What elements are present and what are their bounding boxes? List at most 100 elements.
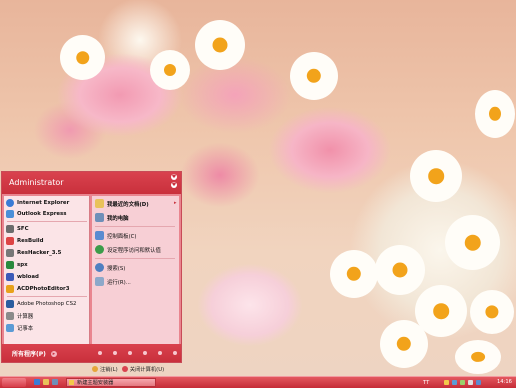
shutdown-button[interactable]: 关闭计算机(U): [121, 365, 165, 373]
menu-item-acdphotoeditor[interactable]: ACDPhotoEditor3: [6, 284, 69, 294]
start-menu: Administrator ♥ ♥ Internet Explorer Outl…: [1, 171, 182, 363]
search-icon: [95, 263, 104, 272]
resbuild-icon: [6, 237, 14, 245]
wbload-icon: [6, 273, 14, 281]
acdphotoeditor-icon: [6, 285, 14, 293]
daisy-decoration: [375, 245, 425, 295]
taskbar-task-theme-installer[interactable]: 新建主题安装器: [66, 378, 156, 387]
menu-item-label: 记事本: [17, 326, 34, 332]
all-programs-label: 所有程序(P): [12, 351, 46, 358]
calculator-icon: [6, 312, 14, 320]
menu-item-control-panel[interactable]: 控制面板(C): [95, 230, 137, 241]
menu-item-label: 运行(R)...: [107, 279, 131, 286]
run-icon: [95, 277, 104, 286]
menu-item-internet-explorer[interactable]: Internet Explorer: [6, 198, 69, 208]
logoff-label: 注销(L): [100, 367, 118, 373]
menu-item-label: Outlook Express: [17, 211, 67, 217]
menu-item-label: ResBuild: [17, 238, 44, 244]
tray-icon[interactable]: [452, 380, 458, 385]
header-controls: ♥ ♥: [171, 174, 179, 190]
daisy-decoration: [445, 215, 500, 270]
photoshop-icon: [6, 300, 14, 308]
tray-icon[interactable]: [444, 380, 450, 385]
menu-item-sfc[interactable]: SFC: [6, 224, 29, 234]
logoff-button[interactable]: 注销(L): [92, 365, 118, 373]
reshacker-icon: [6, 249, 14, 257]
start-menu-right-panel: 我最近的文档(D) ▸ 我的电脑 控制面板(C) 设定程序访问和默认值 搜索(S…: [92, 196, 179, 344]
menu-item-reshacker[interactable]: ResHacker_3.5: [6, 248, 61, 258]
daisy-decoration: [330, 250, 378, 298]
menu-item-label: 控制面板(C): [107, 233, 137, 240]
all-programs-button[interactable]: 所有程序(P) ▸: [12, 349, 57, 358]
daisy-decoration: [60, 35, 105, 80]
start-menu-left-panel: Internet Explorer Outlook Express SFC Re…: [4, 196, 90, 344]
divider: [7, 221, 87, 222]
menu-item-program-access[interactable]: 设定程序访问和默认值: [95, 244, 161, 255]
internet-explorer-icon: [6, 199, 14, 207]
start-menu-header: Administrator ♥ ♥: [2, 172, 181, 194]
logoff-icon: [92, 366, 98, 372]
menu-item-outlook-express[interactable]: Outlook Express: [6, 209, 66, 219]
daisy-decoration: [150, 50, 190, 90]
tray-icon[interactable]: [468, 380, 474, 385]
my-computer-icon: [95, 213, 104, 222]
user-name: Administrator: [9, 178, 64, 187]
menu-item-label: 我最近的文档(D): [107, 201, 149, 208]
menu-item-wbload[interactable]: wbload: [6, 272, 39, 282]
menu-item-label: ACDPhotoEditor3: [17, 286, 70, 292]
menu-item-label: wbload: [17, 274, 39, 280]
daisy-decoration: [380, 320, 428, 368]
outlook-express-icon: [6, 210, 14, 218]
tray-text[interactable]: TT: [423, 380, 429, 386]
notepad-icon: [6, 324, 14, 332]
divider: [95, 258, 175, 259]
menu-item-run[interactable]: 运行(R)...: [95, 276, 131, 287]
quicklaunch-desktop-icon[interactable]: [52, 379, 58, 385]
daisy-decoration: [195, 20, 245, 70]
shutdown-label: 关闭计算机(U): [129, 367, 165, 373]
theme-installer-icon: [69, 380, 74, 385]
menu-item-resbuild[interactable]: ResBuild: [6, 236, 44, 246]
menu-item-label: Internet Explorer: [17, 200, 70, 206]
menu-item-my-computer[interactable]: 我的电脑: [95, 212, 129, 223]
start-button[interactable]: [2, 378, 26, 387]
menu-item-spx[interactable]: spx: [6, 260, 28, 270]
daisy-decoration: [455, 340, 501, 374]
taskbar-clock[interactable]: 14:16: [497, 378, 512, 387]
task-label: 新建主题安装器: [77, 380, 114, 386]
header-heart-icon: ♥: [171, 182, 177, 188]
program-access-icon: [95, 245, 104, 254]
tray-icon[interactable]: [460, 380, 466, 385]
recent-documents-icon: [95, 199, 104, 208]
quicklaunch-folder-icon[interactable]: [43, 379, 49, 385]
menu-item-calculator[interactable]: 计算器: [6, 311, 33, 321]
divider: [7, 296, 87, 297]
menu-item-label: 计算器: [17, 314, 34, 320]
header-heart-icon: ♥: [171, 174, 177, 180]
menu-item-label: spx: [17, 262, 28, 268]
control-panel-icon: [95, 231, 104, 240]
session-controls: 注销(L) 关闭计算机(U): [92, 363, 180, 375]
tray-icon[interactable]: [476, 380, 482, 385]
menu-item-notepad[interactable]: 记事本: [6, 323, 33, 333]
daisy-decoration: [290, 52, 338, 100]
power-icon: [121, 366, 128, 372]
start-menu-footer: 所有程序(P) ▸: [2, 344, 181, 362]
spx-icon: [6, 261, 14, 269]
daisy-decoration: [475, 90, 515, 138]
sfc-icon: [6, 225, 14, 233]
menu-item-label: 搜索(S): [107, 265, 126, 272]
quicklaunch-ie-icon[interactable]: [34, 379, 40, 385]
menu-item-photoshop[interactable]: Adobe Photoshop CS2: [6, 299, 76, 309]
daisy-decoration: [410, 150, 462, 202]
menu-item-label: Adobe Photoshop CS2: [17, 301, 77, 307]
footer-decoration: [98, 351, 177, 355]
submenu-arrow-icon: ▸: [174, 200, 177, 206]
menu-item-label: ResHacker_3.5: [17, 250, 62, 256]
menu-item-label: 我的电脑: [107, 215, 129, 222]
menu-item-recent-documents[interactable]: 我最近的文档(D): [95, 198, 149, 209]
taskbar: 新建主题安装器 TT 14:16: [0, 376, 516, 388]
menu-item-search[interactable]: 搜索(S): [95, 262, 125, 273]
menu-item-label: SFC: [17, 226, 29, 232]
all-programs-arrow-icon: ▸: [50, 350, 57, 357]
